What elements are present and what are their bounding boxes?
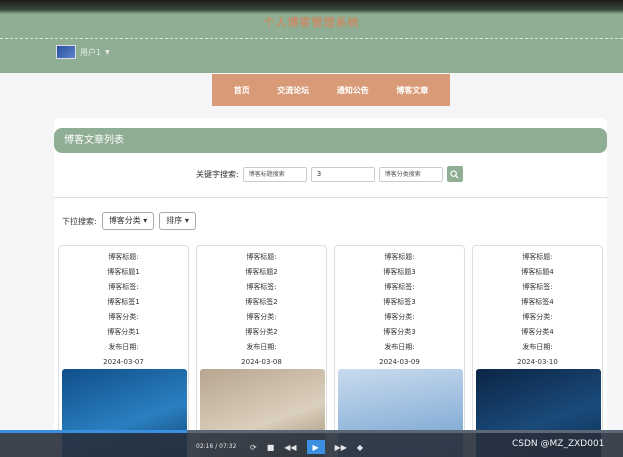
article-category: 博客分类4 (521, 328, 554, 336)
article-category: 博客分类2 (245, 328, 278, 336)
title-label: 博客标题: (522, 253, 553, 261)
date-label: 发布日期: (246, 343, 277, 351)
search-icon (450, 169, 459, 179)
nav-item-home[interactable]: 首页 (234, 85, 250, 96)
date-label: 发布日期: (522, 343, 553, 351)
category-label: 博客分类: (522, 313, 553, 321)
video-progress-fill (0, 430, 187, 433)
category-label: 博客分类: (246, 313, 277, 321)
header-divider (0, 38, 623, 39)
title-label: 博客标题: (108, 253, 139, 261)
article-list-panel: 博客文章列表 关键字搜索: 博客标题搜索 3 博客分类搜索 下拉搜索: 博客分类… (54, 118, 607, 457)
nav-item-forum[interactable]: 交流论坛 (277, 85, 309, 96)
panel-title: 博客文章列表 (54, 128, 607, 153)
user-menu[interactable]: 用户1 ▼ (56, 45, 110, 59)
loop-icon[interactable]: ⟳ (250, 443, 257, 452)
tag-label: 博客标签: (246, 283, 277, 291)
dropdown-label: 下拉搜索: (62, 216, 97, 226)
article-date: 2024-03-08 (241, 358, 282, 366)
play-icon: ▶ (312, 442, 319, 452)
article-tag: 博客标签2 (245, 298, 278, 306)
article-title[interactable]: 博客标题3 (335, 265, 464, 280)
user-name[interactable]: 用户1 (80, 47, 101, 58)
rewind-icon[interactable]: ◀◀ (284, 443, 296, 452)
article-tag: 博客标签3 (383, 298, 416, 306)
article-tag: 博客标签1 (107, 298, 140, 306)
screen: 个人博客管理系统 用户1 ▼ 首页 交流论坛 通知公告 博客文章 博客文章列表 … (0, 0, 623, 457)
tag-label: 博客标签: (384, 283, 415, 291)
category-label: 博客分类: (384, 313, 415, 321)
watermark: CSDN @MZ_ZXD001 (512, 439, 605, 449)
sort-dropdown[interactable]: 排序 ▾ (159, 212, 196, 230)
search-label: 关键字搜索: (196, 169, 239, 179)
article-card[interactable]: 博客标题: 博客标题2 博客标签: 博客标签2 博客分类: 博客分类2 发布日期… (196, 245, 327, 457)
article-card[interactable]: 博客标题: 博客标题1 博客标签: 博客标签1 博客分类: 博客分类1 发布日期… (58, 245, 189, 457)
article-date: 2024-03-10 (517, 358, 558, 366)
title-search-input[interactable]: 博客标题搜索 (242, 166, 307, 182)
header-shadow (0, 0, 623, 14)
article-title[interactable]: 博客标题2 (197, 265, 326, 280)
article-title[interactable]: 博客标题4 (473, 265, 602, 280)
caret-down-icon: ▾ (143, 216, 148, 225)
article-title[interactable]: 博客标题1 (59, 265, 188, 280)
article-tag: 博客标签4 (521, 298, 554, 306)
category-search-input[interactable]: 博客分类搜索 (378, 166, 443, 182)
title-label: 博客标题: (384, 253, 415, 261)
nav-item-articles[interactable]: 博客文章 (396, 85, 428, 96)
article-category: 博客分类1 (107, 328, 140, 336)
category-label: 博客分类: (108, 313, 139, 321)
category-dropdown-label: 博客分类 (108, 216, 141, 225)
video-controls: ⟳ ■ ◀◀ ▶ ▶▶ ◆ (250, 440, 363, 454)
date-label: 发布日期: (384, 343, 415, 351)
article-card[interactable]: 博客标题: 博客标题4 博客标签: 博客标签4 博客分类: 博客分类4 发布日期… (472, 245, 603, 457)
category-dropdown[interactable]: 博客分类 ▾ (101, 212, 155, 230)
sort-dropdown-label: 排序 (166, 216, 183, 225)
video-time: 02:16 / 07:32 (196, 443, 237, 450)
tag-search-input[interactable]: 3 (310, 166, 375, 182)
title-label: 博客标题: (246, 253, 277, 261)
fast-forward-icon[interactable]: ▶▶ (335, 443, 347, 452)
article-card[interactable]: 博客标题: 博客标题3 博客标签: 博客标签3 博客分类: 博客分类3 发布日期… (334, 245, 465, 457)
search-button[interactable] (446, 166, 463, 182)
avatar[interactable] (56, 45, 76, 59)
caret-down-icon: ▾ (184, 216, 189, 225)
volume-icon[interactable]: ◆ (357, 443, 363, 452)
nav-item-notices[interactable]: 通知公告 (337, 85, 369, 96)
play-button[interactable]: ▶ (306, 440, 325, 454)
main-nav: 首页 交流论坛 通知公告 博客文章 (212, 74, 450, 106)
article-date: 2024-03-07 (103, 358, 144, 366)
search-divider (54, 197, 607, 198)
tag-label: 博客标签: (522, 283, 553, 291)
article-date: 2024-03-09 (379, 358, 420, 366)
article-cards: 博客标题: 博客标题1 博客标签: 博客标签1 博客分类: 博客分类1 发布日期… (58, 245, 603, 457)
tag-label: 博客标签: (108, 283, 139, 291)
stop-icon[interactable]: ■ (267, 443, 275, 452)
site-title: 个人博客管理系统 (263, 16, 360, 29)
keyword-search-bar: 关键字搜索: 博客标题搜索 3 博客分类搜索 (196, 166, 463, 182)
dropdown-filter-bar: 下拉搜索: 博客分类 ▾ 排序 ▾ (62, 212, 196, 230)
chevron-down-icon[interactable]: ▼ (105, 49, 110, 56)
date-label: 发布日期: (108, 343, 139, 351)
article-category: 博客分类3 (383, 328, 416, 336)
